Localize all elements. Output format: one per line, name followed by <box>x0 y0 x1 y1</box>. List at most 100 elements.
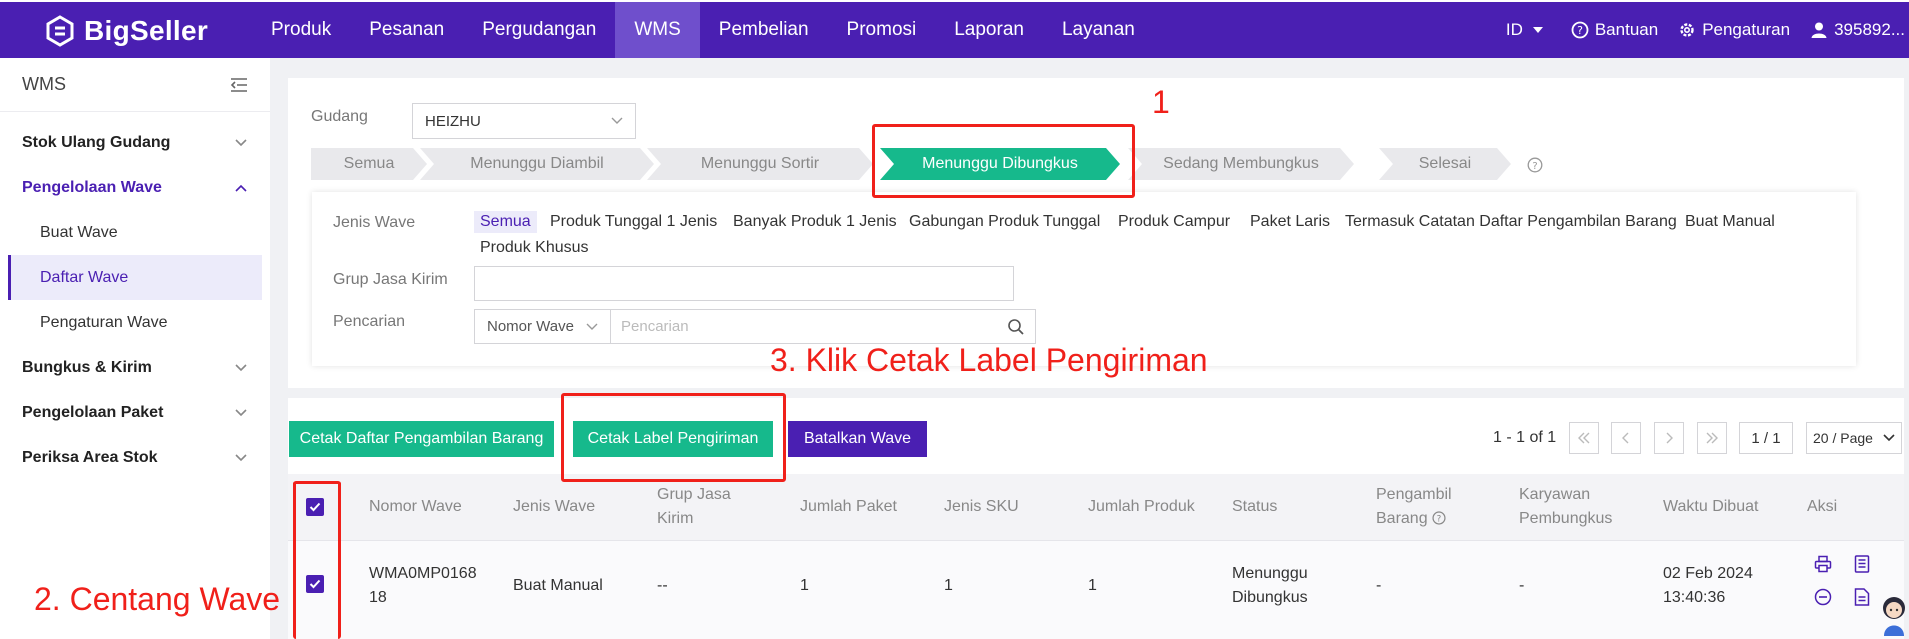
question-circle-icon[interactable]: ? <box>1527 157 1543 173</box>
sidebar-subitem-pengaturan-wave[interactable]: Pengaturan Wave <box>0 300 270 345</box>
sidebar-header: WMS <box>0 58 270 112</box>
col-status: Status <box>1232 498 1278 515</box>
next-page-button[interactable] <box>1654 422 1684 454</box>
printer-icon[interactable] <box>1814 555 1832 573</box>
annotation-step3-text: 3. Klik Cetak Label Pengiriman <box>770 342 1208 378</box>
chevron-down-icon <box>1883 434 1895 442</box>
svg-text:?: ? <box>1437 515 1442 525</box>
sidebar-item-periksa-area-stok[interactable]: Periksa Area Stok <box>0 435 270 480</box>
wave-type-label: Jenis Wave <box>333 214 416 231</box>
wave-type-banyak-produk-1-jenis[interactable]: Banyak Produk 1 Jenis <box>733 213 897 231</box>
cell-package-count: 1 <box>800 577 809 594</box>
nav-pesanan[interactable]: Pesanan <box>350 2 463 58</box>
first-page-button[interactable] <box>1569 422 1599 454</box>
wave-type-termasuk-catatan[interactable]: Termasuk Catatan Daftar Pengambilan Bara… <box>1345 213 1677 231</box>
support-avatar-icon[interactable] <box>1880 594 1908 636</box>
gear-icon <box>1680 23 1694 37</box>
nav-laporan[interactable]: Laporan <box>935 2 1043 58</box>
col-wave-type: Jenis Wave <box>513 498 596 515</box>
annotation-box-step2 <box>293 481 341 639</box>
wave-type-produk-campur[interactable]: Produk Campur <box>1118 213 1230 231</box>
chevron-down-icon <box>235 138 247 146</box>
sidebar-item-label: Pengelolaan Paket <box>22 403 164 421</box>
search-input[interactable]: Pencarian <box>610 309 1036 344</box>
nav-pembelian[interactable]: Pembelian <box>700 2 828 58</box>
top-navbar: BigSeller Produk Pesanan Pergudangan WMS… <box>0 0 1909 58</box>
nav-produk[interactable]: Produk <box>252 2 350 58</box>
col-product-count: Jumlah Produk <box>1088 498 1195 515</box>
brand-logo[interactable]: BigSeller <box>44 12 208 50</box>
carrier-group-input[interactable] <box>474 266 1014 301</box>
sidebar-item-bungkus-kirim[interactable]: Bungkus & Kirim <box>0 345 270 390</box>
nav-promosi[interactable]: Promosi <box>828 2 936 58</box>
annotation-box-step1 <box>872 124 1135 198</box>
sidebar-item-stok-ulang-gudang[interactable]: Stok Ulang Gudang <box>0 120 270 165</box>
wave-type-semua[interactable]: Semua <box>474 211 537 233</box>
sidebar-item-label: Bungkus & Kirim <box>22 358 152 376</box>
chevron-down-icon <box>586 323 598 330</box>
step-semua[interactable]: Semua <box>311 148 427 180</box>
sidebar-item-pengelolaan-paket[interactable]: Pengelolaan Paket <box>0 390 270 435</box>
cell-wave-no-line1[interactable]: WMA0MP0168 <box>369 562 477 586</box>
sidebar-title: WMS <box>22 74 66 94</box>
last-page-button[interactable] <box>1697 422 1727 454</box>
cancel-wave-button[interactable]: Batalkan Wave <box>788 421 927 457</box>
col-sku-types: Jenis SKU <box>944 498 1019 515</box>
chevron-up-icon <box>235 184 247 192</box>
wave-type-produk-khusus[interactable]: Produk Khusus <box>480 239 589 257</box>
document-icon[interactable] <box>1854 588 1870 606</box>
wave-type-buat-manual[interactable]: Buat Manual <box>1685 213 1775 231</box>
step-menunggu-diambil[interactable]: Menunggu Diambil <box>420 148 654 180</box>
annotation-box-step3 <box>561 393 786 482</box>
svg-text:?: ? <box>1532 161 1537 172</box>
col-created: Waktu Dibuat <box>1663 498 1759 515</box>
nav-pergudangan[interactable]: Pergudangan <box>463 2 615 58</box>
annotation-step2-text: 2. Centang Wave <box>34 581 281 617</box>
collapse-menu-icon[interactable] <box>230 77 248 93</box>
chevron-down-icon <box>235 363 247 371</box>
warehouse-label: Gudang <box>311 108 368 125</box>
warehouse-select[interactable]: HEIZHU <box>412 103 636 139</box>
print-pick-list-button[interactable]: Cetak Daftar Pengambilan Barang <box>289 421 554 457</box>
col-actions: Aksi <box>1807 498 1838 515</box>
nav-wms[interactable]: WMS <box>615 2 700 58</box>
caret-down-icon <box>1532 27 1543 33</box>
step-menunggu-sortir[interactable]: Menunggu Sortir <box>647 148 873 180</box>
cell-packer: - <box>1519 577 1525 594</box>
search-icon[interactable] <box>1007 318 1025 336</box>
cell-carrier-group: -- <box>657 577 668 594</box>
search-field-select[interactable]: Nomor Wave <box>474 309 611 344</box>
brand-name: BigSeller <box>84 15 209 46</box>
step-sedang-membungkus[interactable]: Sedang Membungkus <box>1128 148 1354 180</box>
sidebar-subitem-buat-wave[interactable]: Buat Wave <box>0 210 270 255</box>
page-size-select[interactable]: 20 / Page <box>1806 422 1902 454</box>
user-menu[interactable]: 395892... <box>1810 20 1905 40</box>
page-input[interactable]: 1 / 1 <box>1739 422 1793 454</box>
col-packer: Karyawan Pembungkus <box>1519 486 1613 527</box>
cell-wave-no-line2[interactable]: 18 <box>369 586 387 610</box>
search-placeholder: Pencarian <box>621 318 689 335</box>
language-selector[interactable]: ID <box>1506 20 1551 40</box>
wave-type-paket-laris[interactable]: Paket Laris <box>1250 213 1330 231</box>
nav-layanan[interactable]: Layanan <box>1043 2 1154 58</box>
prev-page-button[interactable] <box>1611 422 1641 454</box>
settings-label: Pengaturan <box>1702 20 1791 39</box>
wave-type-produk-tunggal-1-jenis[interactable]: Produk Tunggal 1 Jenis <box>550 213 717 231</box>
col-picker: Pengambil Barang ? <box>1376 483 1476 531</box>
question-circle-icon[interactable]: ? <box>1432 511 1446 525</box>
sidebar-subitem-daftar-wave[interactable]: Daftar Wave <box>8 255 262 300</box>
sidebar-item-pengelolaan-wave[interactable]: Pengelolaan Wave <box>0 165 270 210</box>
minus-circle-icon[interactable] <box>1814 588 1832 606</box>
wave-type-gabungan-produk-tunggal[interactable]: Gabungan Produk Tunggal <box>909 213 1100 231</box>
list-document-icon[interactable] <box>1854 555 1870 573</box>
settings-link[interactable]: Pengaturan <box>1678 20 1790 40</box>
double-chevron-right-icon <box>1706 432 1718 444</box>
cell-product-count: 1 <box>1088 577 1097 594</box>
top-right-menu: ID ? Bantuan Pengaturan 395892... <box>1506 2 1909 58</box>
sidebar-item-label: Periksa Area Stok <box>22 448 158 466</box>
sidebar-item-label: Pengelolaan Wave <box>22 178 162 196</box>
step-selesai[interactable]: Selesai <box>1379 148 1511 180</box>
search-field-value: Nomor Wave <box>487 318 574 335</box>
help-link[interactable]: ? Bantuan <box>1571 20 1658 40</box>
language-label: ID <box>1505 20 1523 39</box>
